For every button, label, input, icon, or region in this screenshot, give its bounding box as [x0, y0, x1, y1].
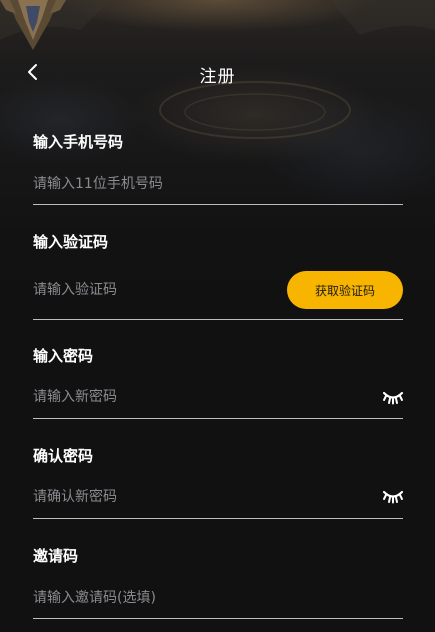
confirm-divider: [33, 518, 403, 519]
invite-divider: [33, 618, 403, 619]
crest-emblem-icon: [0, 0, 66, 50]
code-label: 输入验证码: [33, 233, 109, 251]
password-input[interactable]: [33, 384, 273, 410]
code-input[interactable]: [33, 277, 273, 303]
password-label: 输入密码: [33, 347, 94, 365]
password-divider: [33, 418, 403, 419]
page-title: 注册: [199, 67, 236, 87]
phone-label: 输入手机号码: [33, 133, 124, 151]
phone-divider: [33, 204, 403, 205]
invite-code-input[interactable]: [33, 585, 273, 611]
register-screen: 注册 输入手机号码 输入验证码 获取验证码 输入密码 确认密码 邀请码: [0, 0, 435, 632]
eye-closed-icon[interactable]: [382, 488, 404, 504]
confirm-label: 确认密码: [33, 447, 94, 465]
invite-label: 邀请码: [33, 547, 79, 565]
get-code-button[interactable]: 获取验证码: [287, 271, 403, 309]
code-divider: [33, 319, 403, 320]
phone-input[interactable]: [33, 171, 273, 197]
eye-closed-icon[interactable]: [382, 389, 404, 405]
confirm-password-input[interactable]: [33, 484, 273, 510]
